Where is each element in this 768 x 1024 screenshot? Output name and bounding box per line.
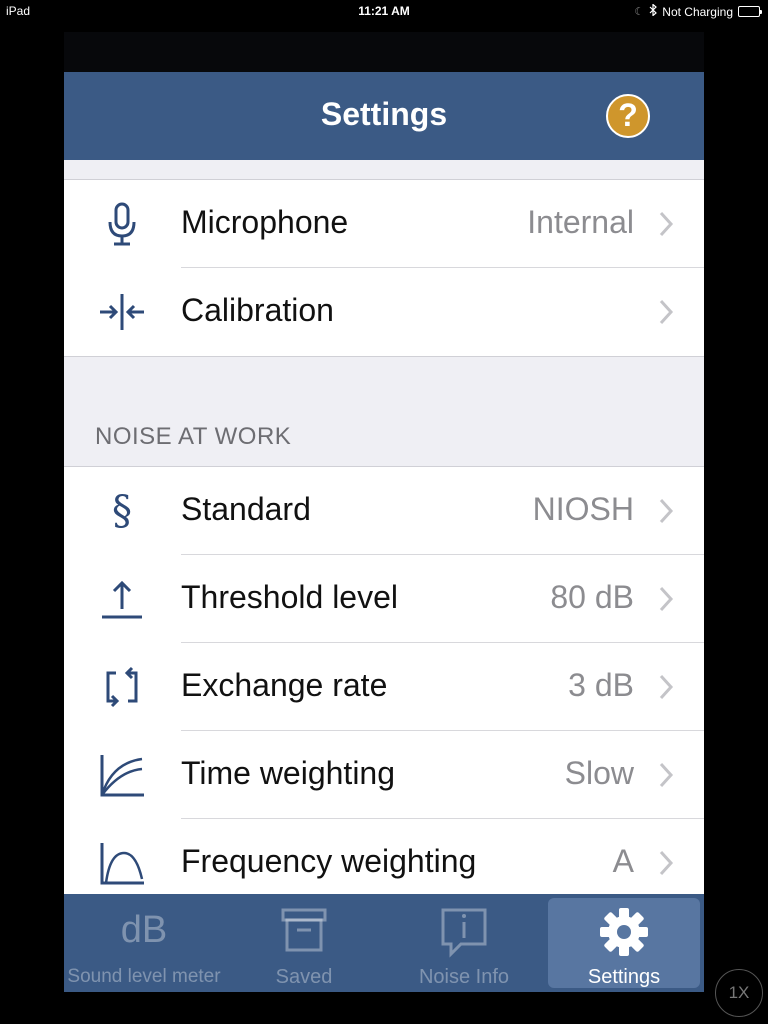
db-icon: dB — [120, 909, 168, 951]
setting-value: A — [612, 843, 634, 879]
tab-settings[interactable]: Settings — [548, 898, 700, 988]
chevron-right-icon — [659, 498, 674, 524]
top-bar — [64, 32, 704, 72]
archive-box-icon — [224, 906, 384, 958]
chevron-right-icon — [659, 586, 674, 612]
charging-status: Not Charging — [662, 4, 733, 19]
setting-value: 80 dB — [550, 579, 634, 615]
tab-label: Saved — [275, 966, 333, 988]
tab-noise-info[interactable]: Noise Info — [384, 894, 544, 992]
chevron-right-icon — [659, 762, 674, 788]
question-mark-icon: ? — [618, 97, 638, 133]
tab-label: Sound level meter — [67, 966, 221, 987]
device-settings-group: Microphone Internal Calibration — [64, 179, 704, 357]
chevron-right-icon — [659, 674, 674, 700]
calibration-icon — [98, 288, 146, 336]
setting-row-threshold-level[interactable]: Threshold level 80 dB — [64, 555, 704, 643]
setting-row-microphone[interactable]: Microphone Internal — [64, 180, 704, 268]
time-curve-icon — [98, 751, 146, 799]
status-right: ☾ Not Charging — [634, 3, 762, 19]
exchange-arrows-icon — [98, 663, 146, 711]
moon-icon: ☾ — [634, 6, 645, 18]
chevron-right-icon — [659, 299, 674, 325]
setting-row-time-weighting[interactable]: Time weighting Slow — [64, 731, 704, 819]
setting-label: Threshold level — [181, 579, 398, 615]
setting-value: Slow — [564, 755, 634, 791]
setting-label: Standard — [181, 491, 311, 527]
chevron-right-icon — [659, 211, 674, 237]
microphone-icon — [98, 200, 146, 248]
tab-saved[interactable]: Saved — [224, 894, 384, 992]
setting-value: 3 dB — [568, 667, 634, 703]
bluetooth-icon — [649, 3, 658, 19]
setting-row-calibration[interactable]: Calibration — [64, 268, 704, 356]
help-button[interactable]: ? — [606, 94, 650, 138]
noise-settings-group: § Standard NIOSH Threshold level 80 dB E… — [64, 466, 704, 895]
settings-list[interactable]: Microphone Internal Calibration NOISE AT… — [64, 160, 704, 895]
tab-label: Noise Info — [418, 966, 510, 988]
setting-row-exchange-rate[interactable]: Exchange rate 3 dB — [64, 643, 704, 731]
battery-icon — [738, 6, 762, 17]
setting-label: Frequency weighting — [181, 843, 477, 879]
section-sign-icon: § — [112, 488, 132, 534]
zoom-badge[interactable]: 1X — [715, 969, 763, 1017]
tab-bar: dB Sound level meter Saved Noise Info Se… — [64, 894, 704, 992]
tab-sound-level-meter[interactable]: dB Sound level meter — [64, 894, 224, 992]
setting-label: Microphone — [181, 204, 349, 240]
frequency-curve-icon — [98, 839, 146, 887]
setting-row-standard[interactable]: § Standard NIOSH — [64, 467, 704, 555]
tab-label: Settings — [587, 966, 661, 988]
chevron-right-icon — [659, 850, 674, 876]
setting-label: Exchange rate — [181, 667, 388, 703]
setting-label: Calibration — [181, 292, 334, 328]
setting-value: Internal — [527, 204, 634, 240]
threshold-arrow-icon — [98, 575, 146, 623]
gear-icon — [548, 906, 700, 958]
status-bar: iPad 11:21 AM ☾ Not Charging — [0, 0, 768, 22]
app-window: Settings ? Microphone Internal Calibrati… — [64, 32, 704, 992]
setting-row-frequency-weighting[interactable]: Frequency weighting A — [64, 819, 704, 895]
setting-value: NIOSH — [532, 491, 634, 527]
info-bubble-icon — [384, 906, 544, 958]
section-header-noise-at-work: NOISE AT WORK — [95, 423, 292, 450]
setting-label: Time weighting — [181, 755, 396, 791]
